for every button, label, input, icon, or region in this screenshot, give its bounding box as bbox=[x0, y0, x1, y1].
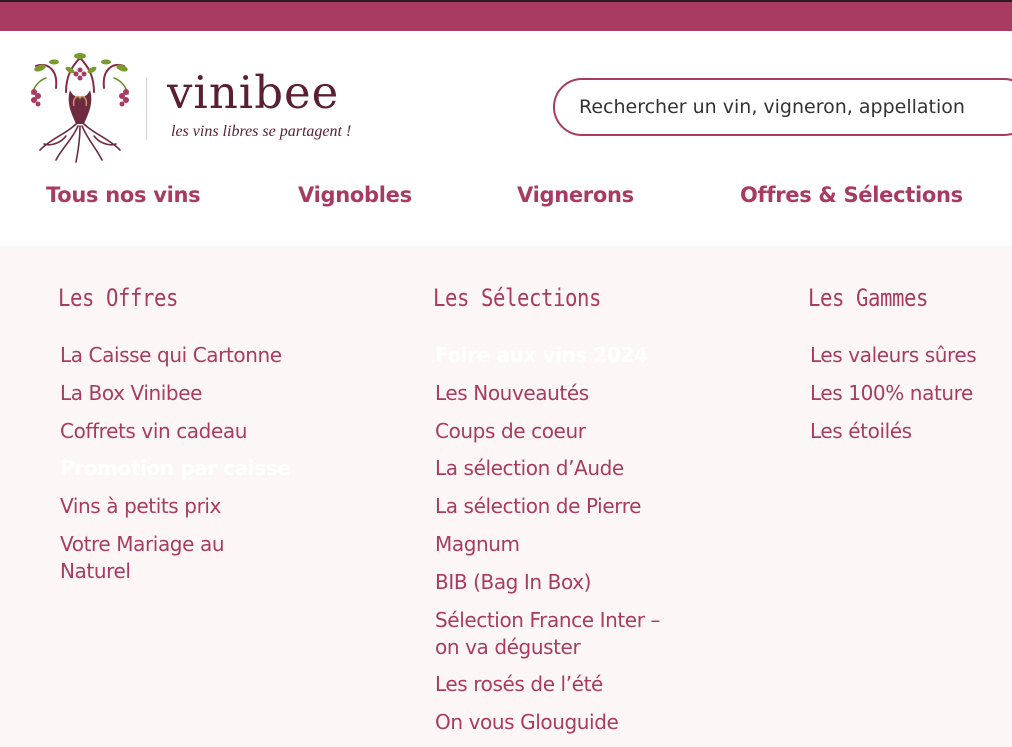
menu-link-promotion-par-caisse[interactable]: Promotion par caisse bbox=[37, 446, 319, 485]
menu-link-nouveautes[interactable]: Les Nouveautés bbox=[435, 380, 670, 407]
menu-link-glouguide[interactable]: On vous Glouguide bbox=[435, 709, 670, 736]
menu-link-magnum[interactable]: Magnum bbox=[435, 531, 670, 558]
mega-menu: Les Offres La Caisse qui Cartonne La Box… bbox=[0, 246, 1012, 747]
nav-item-tous-nos-vins[interactable]: Tous nos vins bbox=[46, 183, 201, 207]
logo[interactable]: vinibee les vins libres se partagent ! bbox=[26, 48, 366, 166]
menu-link-roses-ete[interactable]: Les rosés de l’été bbox=[435, 671, 670, 698]
menu-link-coffrets-vin-cadeau[interactable]: Coffrets vin cadeau bbox=[60, 418, 290, 445]
menu-link-foire-aux-vins[interactable]: Foire aux vins 2024 bbox=[413, 333, 694, 371]
menu-link-coups-de-coeur[interactable]: Coups de coeur bbox=[435, 418, 670, 445]
main-nav: Tous nos vins Vignobles Vignerons Offres… bbox=[0, 175, 1012, 221]
menu-link-caisse-qui-cartonne[interactable]: La Caisse qui Cartonne bbox=[60, 342, 290, 369]
menu-links: Foire aux vins 2024 Les Nouveautés Coups… bbox=[413, 333, 694, 747]
top-bar bbox=[0, 0, 1012, 31]
menu-link-bib[interactable]: BIB (Bag In Box) bbox=[435, 569, 670, 596]
menu-link-selection-aude[interactable]: La sélection d’Aude bbox=[435, 455, 670, 482]
menu-link-vins-petits-prix[interactable]: Vins à petits prix bbox=[60, 493, 290, 520]
menu-column-title: Les Sélections bbox=[433, 284, 601, 312]
grape-vine-tree-icon bbox=[31, 53, 129, 163]
menu-column-title: Les Offres bbox=[58, 284, 178, 312]
menu-link-label: Promotion par caisse bbox=[60, 456, 291, 481]
menu-link-valeurs-sures[interactable]: Les valeurs sûres bbox=[810, 342, 977, 369]
nav-item-offres-selections[interactable]: Offres & Sélections bbox=[740, 183, 963, 207]
logo-tagline: les vins libres se partagent ! bbox=[171, 123, 352, 140]
menu-link-100-nature[interactable]: Les 100% nature bbox=[810, 380, 976, 407]
search-bar[interactable] bbox=[553, 78, 1012, 136]
logo-divider bbox=[146, 78, 147, 140]
menu-link-france-inter[interactable]: Sélection France Inter – on va déguster bbox=[435, 607, 670, 661]
search-input[interactable] bbox=[579, 96, 999, 118]
nav-item-vignobles[interactable]: Vignobles bbox=[298, 183, 412, 207]
menu-links: Les valeurs sûres Les 100% nature Les ét… bbox=[810, 342, 977, 455]
nav-item-vignerons[interactable]: Vignerons bbox=[517, 183, 634, 207]
menu-links: La Caisse qui Cartonne La Box Vinibee Co… bbox=[37, 342, 319, 596]
menu-link-selection-pierre[interactable]: La sélection de Pierre bbox=[435, 493, 670, 520]
menu-link-mariage-naturel[interactable]: Votre Mariage au Naturel bbox=[60, 531, 240, 585]
menu-link-box-vinibee[interactable]: La Box Vinibee bbox=[60, 380, 290, 407]
menu-link-label: Foire aux vins 2024 bbox=[435, 343, 648, 367]
logo-name: vinibee bbox=[167, 66, 340, 119]
menu-link-etoiles[interactable]: Les étoilés bbox=[810, 418, 976, 445]
menu-column-title: Les Gammes bbox=[808, 284, 928, 312]
